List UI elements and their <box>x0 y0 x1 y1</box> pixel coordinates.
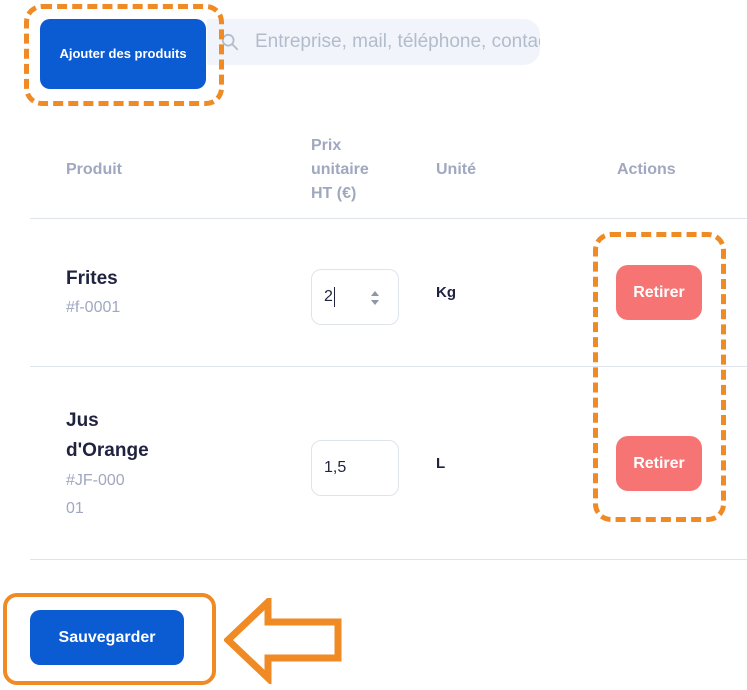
remove-button[interactable]: Retirer <box>616 265 702 320</box>
table-divider <box>30 559 747 560</box>
header-unit: Unité <box>436 161 476 178</box>
search-input[interactable] <box>255 31 540 53</box>
unit-price-input[interactable]: 2 <box>311 269 399 325</box>
product-code: #f-0001 <box>66 299 121 316</box>
table-row: Jus d'Orange #JF-00001 1,5 L Retirer <box>30 367 747 559</box>
header-product: Produit <box>66 161 122 178</box>
product-name: Frites <box>66 268 118 289</box>
product-name: Jus d'Orange <box>66 410 149 461</box>
save-button[interactable]: Sauvegarder <box>30 610 184 665</box>
unit-value: L <box>436 455 446 472</box>
arrow-left-annotation <box>224 598 342 684</box>
table-row: Frites #f-0001 2 Kg Retirer <box>30 219 747 366</box>
text-caret <box>333 287 335 307</box>
unit-price-input[interactable]: 1,5 <box>311 440 399 496</box>
remove-button[interactable]: Retirer <box>616 436 702 491</box>
header-unit-price: Prix unitaire HT (€) <box>311 137 369 202</box>
unit-price-value: 1,5 <box>324 459 347 476</box>
unit-price-value: 2 <box>324 288 333 305</box>
search-bar[interactable] <box>207 19 540 65</box>
header-actions: Actions <box>617 161 676 178</box>
add-products-button[interactable]: Ajouter des produits <box>40 19 206 89</box>
spinner-icon[interactable] <box>370 289 380 307</box>
unit-value: Kg <box>436 284 456 301</box>
search-icon <box>221 33 239 51</box>
product-code: #JF-00001 <box>66 472 125 517</box>
